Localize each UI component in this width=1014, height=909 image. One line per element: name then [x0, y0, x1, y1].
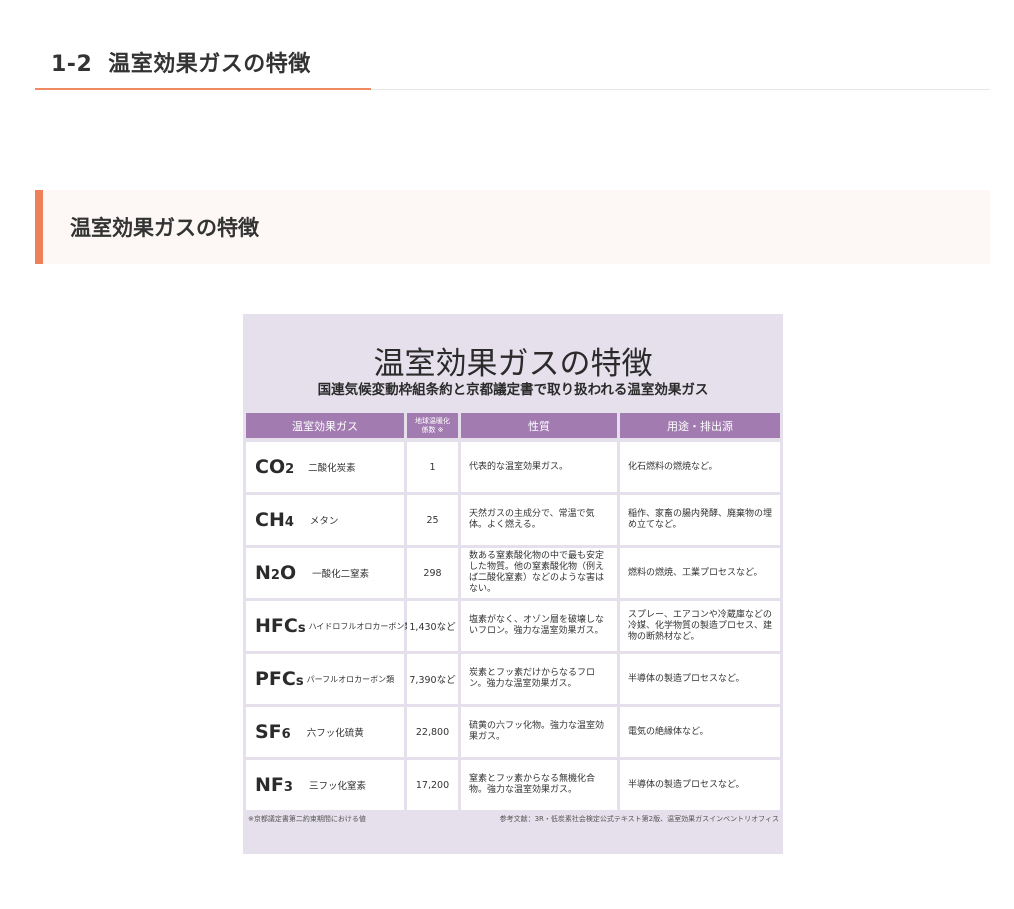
property-cell: 炭素とフッ素だけからなるフロン。強力な温室効果ガス。 — [461, 654, 617, 704]
usage-cell: 燃料の燃焼、工業プロセスなど。 — [620, 548, 780, 598]
figure-title: 温室効果ガスの特徴 — [373, 346, 653, 382]
property-cell: 塩素がなく、オゾン層を破壊しないフロン。強力な温室効果ガス。 — [461, 601, 617, 651]
gwp-cell: 22,800 — [407, 707, 458, 757]
gas-cell: SF6 六フッ化硫黄 — [246, 707, 404, 757]
subheading-box: 温室効果ガスの特徴 — [35, 190, 990, 264]
header-gwp-line1: 地球温暖化 — [415, 416, 450, 425]
figure-footnote: ※京都議定書第二約束期間における値 — [248, 815, 366, 823]
gas-cell: NF3 三フッ化窒素 — [246, 760, 404, 810]
gas-name: パーフルオロカーボン類 — [306, 674, 395, 684]
gas-formula: SF6 — [255, 721, 291, 743]
usage-cell: 電気の絶縁体など。 — [620, 707, 780, 757]
header-gwp: 地球温暖化 係数 ※ — [407, 413, 458, 438]
figure-reference: 参考文献：3R・低炭素社会検定公式テキスト第2版、温室効果ガスインベントリオフィ… — [499, 815, 779, 823]
usage-cell: 半導体の製造プロセスなど。 — [620, 654, 780, 704]
gwp-cell: 17,200 — [407, 760, 458, 810]
gas-name: 三フッ化窒素 — [308, 781, 366, 792]
usage-cell: スプレー、エアコンや冷蔵庫などの冷媒、化学物質の製造プロセス、建物の断熱材など。 — [620, 601, 780, 651]
gas-formula: CH4 — [255, 509, 294, 531]
usage-cell: 稲作、家畜の腸内発酵、廃棄物の埋め立てなど。 — [620, 495, 780, 545]
gas-name: 二酸化炭素 — [308, 463, 356, 474]
property-cell: 数ある窒素酸化物の中で最も安定した物質。他の窒素酸化物（例えば二酸化窒素）などの… — [461, 548, 617, 598]
gas-name: メタン — [309, 516, 339, 527]
header-usage: 用途・排出源 — [620, 413, 780, 438]
gas-name: 一酸化二窒素 — [312, 569, 370, 580]
figure-subtitle: 国連気候変動枠組条約と京都議定書で取り扱われる温室効果ガス — [317, 382, 709, 398]
gas-formula: HFCs — [255, 615, 306, 637]
property-cell: 硫黄の六フッ化物。強力な温室効果ガス。 — [461, 707, 617, 757]
subheading-accent-bar — [35, 190, 43, 264]
gas-formula: CO2 — [255, 456, 295, 478]
gas-formula: PFCs — [255, 668, 304, 690]
gwp-cell: 298 — [407, 548, 458, 598]
greenhouse-gas-figure: 温室効果ガスの特徴 国連気候変動枠組条約と京都議定書で取り扱われる温室効果ガス … — [243, 314, 783, 854]
property-cell: 天然ガスの主成分で、常温で気体。よく燃える。 — [461, 495, 617, 545]
section-title-text: 温室効果ガスの特徴 — [108, 52, 311, 77]
property-cell: 代表的な温室効果ガス。 — [461, 442, 617, 492]
gas-formula: NF3 — [255, 774, 293, 796]
section-title: 1-2 温室効果ガスの特徴 — [51, 46, 311, 78]
gwp-cell: 1,430など — [407, 601, 458, 651]
gas-cell: CO2 二酸化炭素 — [246, 442, 404, 492]
gas-cell: HFCs ハイドロフルオロカーボン類 — [246, 601, 412, 651]
usage-cell: 化石燃料の燃焼など。 — [620, 442, 780, 492]
header-gwp-line2: 係数 ※ — [421, 425, 444, 434]
gas-cell: PFCs パーフルオロカーボン類 — [246, 654, 404, 704]
gwp-cell: 25 — [407, 495, 458, 545]
gas-name: ハイドロフルオロカーボン類 — [308, 621, 413, 631]
subheading-title: 温室効果ガスの特徴 — [70, 216, 259, 240]
section-number: 1-2 — [51, 52, 93, 77]
gas-cell: CH4 メタン — [246, 495, 404, 545]
gas-formula: N2O — [255, 562, 297, 584]
header-gas: 温室効果ガス — [246, 413, 404, 438]
section-divider-accent — [35, 88, 371, 90]
gas-cell: N2O 一酸化二窒素 — [246, 548, 404, 598]
gas-name: 六フッ化硫黄 — [306, 728, 364, 739]
usage-cell: 半導体の製造プロセスなど。 — [620, 760, 780, 810]
gwp-cell: 7,390など — [407, 654, 458, 704]
gwp-cell: 1 — [407, 442, 458, 492]
property-cell: 窒素とフッ素からなる無機化合物。強力な温室効果ガス。 — [461, 760, 617, 810]
header-property: 性質 — [461, 413, 617, 438]
section-heading: 1-2 温室効果ガスの特徴 — [35, 38, 990, 90]
